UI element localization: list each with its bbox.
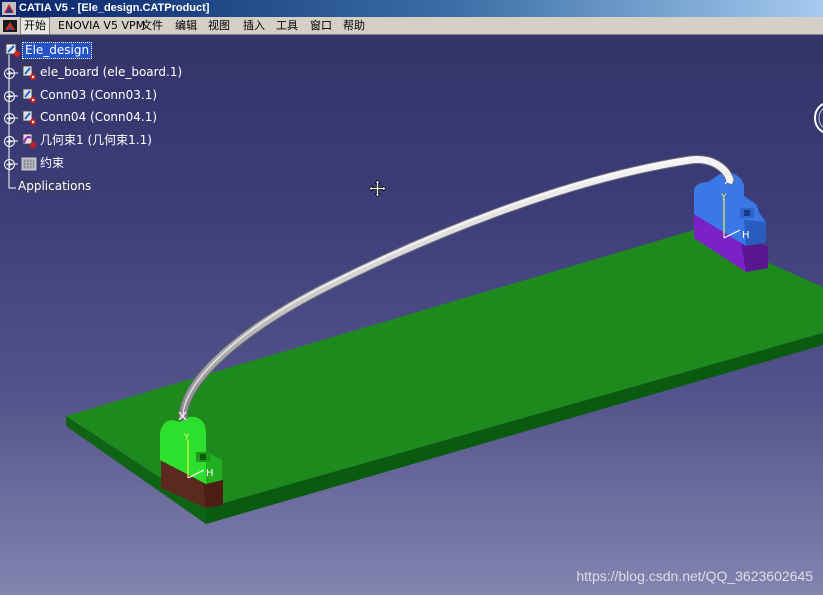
tree-node-ele-board[interactable]: ele_board (ele_board.1) — [0, 63, 200, 83]
tree-node-conn04[interactable]: Conn04 (Conn04.1) — [0, 108, 200, 128]
menu-tools[interactable]: 工具 — [273, 17, 301, 35]
document-icon[interactable] — [2, 19, 18, 33]
catia-logo-icon — [2, 2, 16, 15]
menu-insert[interactable]: 插入 — [240, 17, 268, 35]
tree-node-geometric-bundle[interactable]: 几何束1 (几何束1.1) — [0, 131, 200, 151]
part-icon — [22, 110, 37, 126]
tree-node-applications[interactable]: Applications — [0, 177, 200, 197]
expand-icon[interactable] — [4, 159, 15, 170]
menu-start[interactable]: 开始 — [20, 17, 50, 35]
menu-window[interactable]: 窗口 — [307, 17, 335, 35]
part-icon — [22, 65, 37, 81]
menu-view[interactable]: 视图 — [205, 17, 233, 35]
tree-root-label[interactable]: Ele_design — [22, 42, 93, 59]
tree-node-label[interactable]: Conn03 (Conn03.1) — [40, 88, 157, 103]
watermark-text: https://blog.csdn.net/QQ_3623602645 — [576, 568, 813, 584]
title-bar: CATIA V5 - [Ele_design.CATProduct] — [0, 0, 823, 17]
geometric-bundle-icon — [22, 133, 37, 149]
constraints-icon — [21, 157, 37, 171]
specification-tree: Ele_design ele_board (ele_board.1) Conn0… — [0, 36, 200, 206]
expand-icon[interactable] — [4, 68, 15, 79]
product-icon — [5, 43, 20, 57]
window-title: CATIA V5 - [Ele_design.CATProduct] — [19, 2, 210, 14]
axis-y-label-right: Y — [720, 193, 727, 203]
pan-cursor-icon — [369, 180, 386, 197]
tree-applications-label[interactable]: Applications — [18, 179, 92, 194]
axis-y-label-left: Y — [183, 433, 190, 443]
menu-enovia[interactable]: ENOVIA V5 VPM — [55, 17, 148, 35]
menu-edit[interactable]: 编辑 — [172, 17, 200, 35]
part-icon — [22, 88, 37, 104]
tree-node-label[interactable]: 约束 — [40, 156, 64, 171]
compass-icon[interactable] — [812, 100, 823, 136]
axis-h-label-right: H — [742, 230, 750, 241]
axis-h-label-left: H — [206, 468, 214, 479]
tree-node-label[interactable]: Conn04 (Conn04.1) — [40, 110, 157, 125]
tree-root[interactable]: Ele_design — [0, 40, 120, 60]
tree-node-constraints[interactable]: 约束 — [0, 154, 200, 174]
menu-file[interactable]: 文件 — [138, 17, 166, 35]
tree-node-label[interactable]: 几何束1 (几何束1.1) — [40, 133, 152, 148]
menu-bar: 开始 ENOVIA V5 VPM 文件 编辑 视图 插入 工具 窗口 帮助 — [0, 17, 823, 35]
expand-icon[interactable] — [4, 91, 15, 102]
expand-icon[interactable] — [4, 113, 15, 124]
tree-node-conn03[interactable]: Conn03 (Conn03.1) — [0, 86, 200, 106]
menu-help[interactable]: 帮助 — [340, 17, 368, 35]
expand-icon[interactable] — [4, 136, 15, 147]
tree-node-label[interactable]: ele_board (ele_board.1) — [40, 65, 182, 80]
